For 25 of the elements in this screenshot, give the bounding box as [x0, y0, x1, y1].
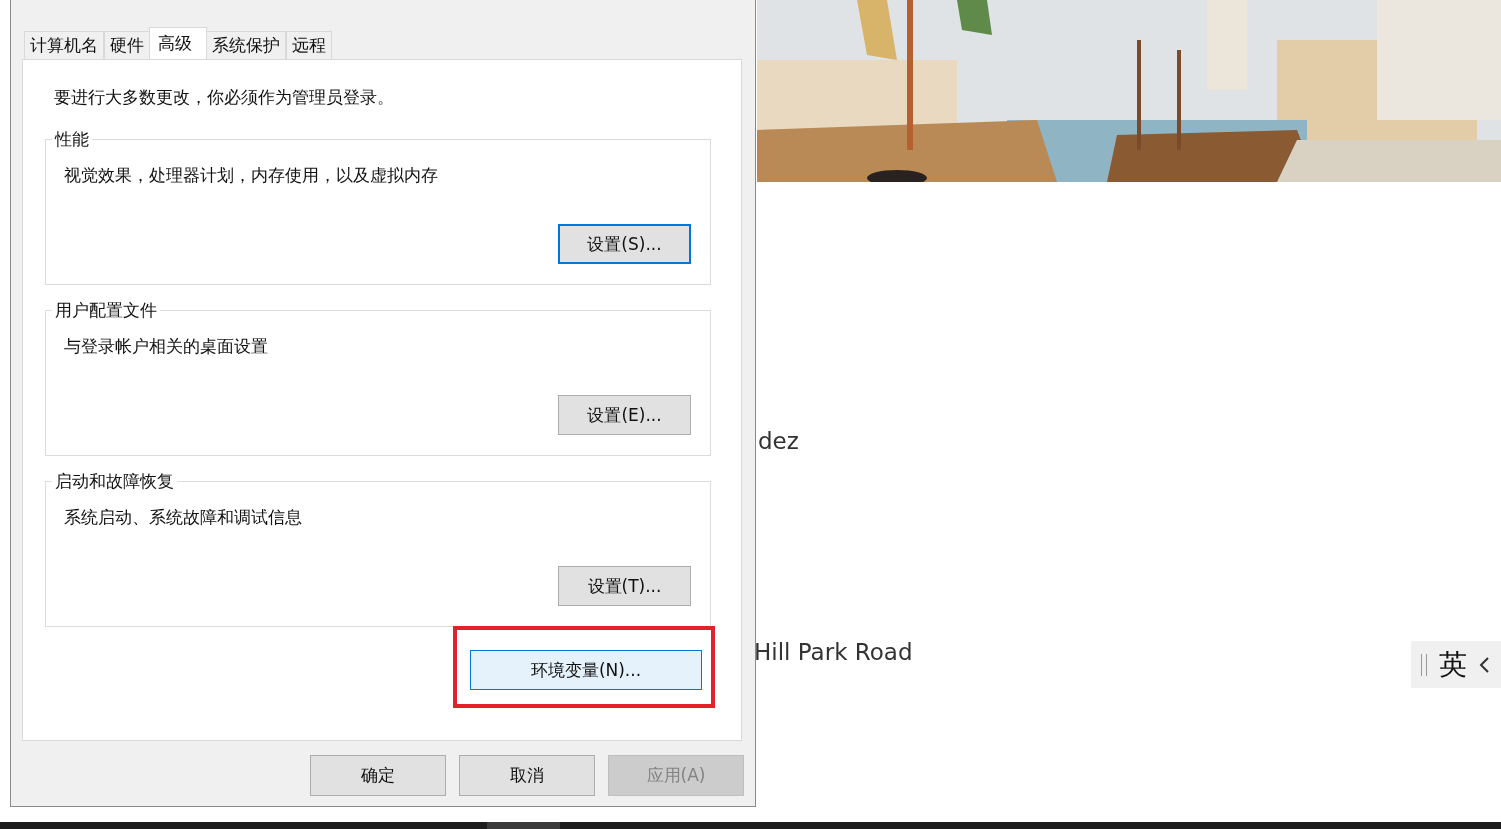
dialog-button[interactable]: 取消	[459, 755, 595, 796]
settings-button[interactable]: 设置(E)...	[558, 395, 691, 435]
settings-button[interactable]: 设置(T)...	[558, 566, 691, 606]
name-text: dez	[758, 428, 799, 454]
notice-text: 要进行大多数更改，你必须作为管理员登录。	[54, 86, 395, 109]
tab[interactable]: 计算机名	[24, 31, 104, 59]
grip-icon	[1421, 653, 1427, 676]
tab[interactable]: 系统保护	[206, 31, 286, 59]
tab[interactable]: 硬件	[104, 31, 150, 59]
group-title: 启动和故障恢复	[52, 470, 177, 493]
tab[interactable]: 远程	[286, 31, 332, 59]
group-title: 用户配置文件	[52, 299, 160, 322]
settings-button[interactable]: 设置(S)...	[558, 224, 691, 264]
group-description: 系统启动、系统故障和调试信息	[64, 506, 303, 529]
taskbar-item[interactable]	[487, 822, 560, 829]
group-title: 性能	[52, 128, 92, 151]
group-description: 视觉效果，处理器计划，内存使用，以及虚拟内存	[64, 164, 439, 187]
chevron-icon	[1479, 656, 1489, 673]
input-mode-label: 英	[1439, 646, 1467, 683]
group-description: 与登录帐户相关的桌面设置	[64, 335, 269, 358]
tab[interactable]: 高级	[149, 27, 207, 59]
environment-variables-button[interactable]: 环境变量(N)...	[470, 650, 702, 690]
ime-indicator[interactable]: 英	[1411, 641, 1501, 688]
dialog-button[interactable]: 确定	[310, 755, 446, 796]
street-address: Hill Park Road	[754, 639, 913, 665]
